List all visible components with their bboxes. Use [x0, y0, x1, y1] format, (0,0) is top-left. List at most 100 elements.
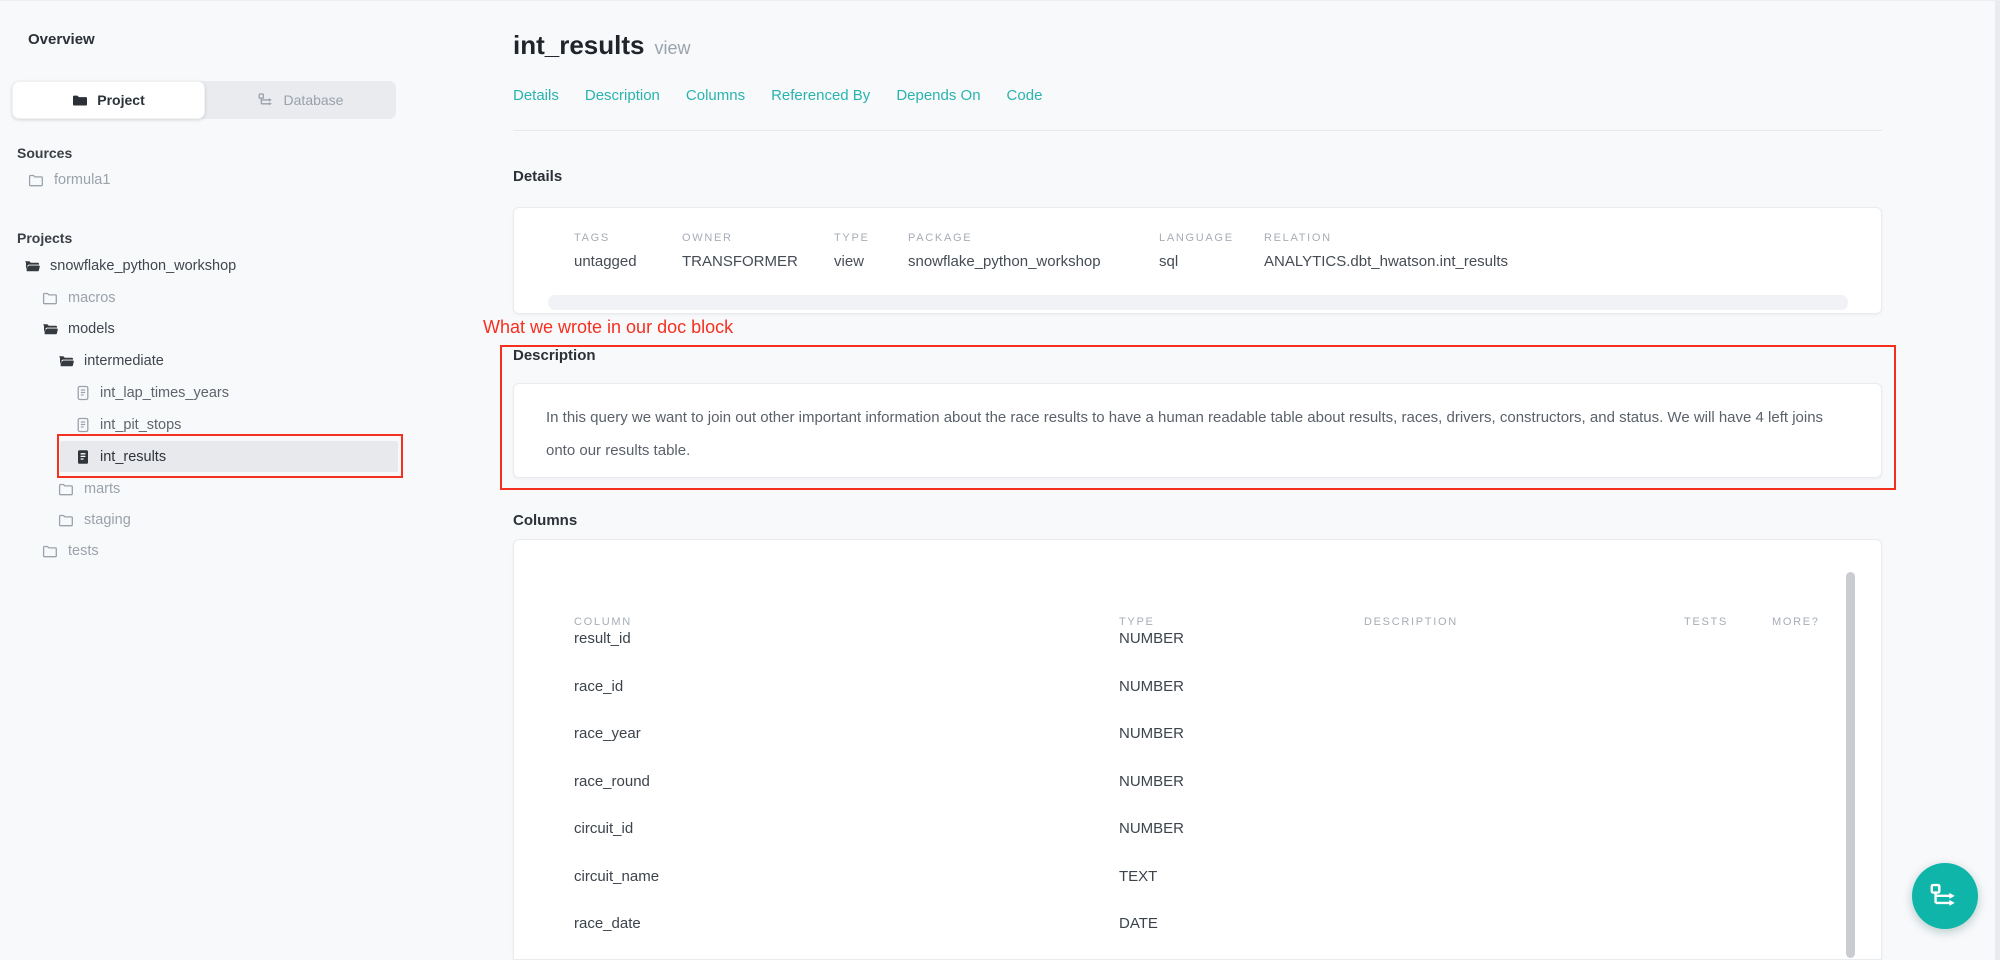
column-row-type: NUMBER [1119, 773, 1184, 790]
column-row-name[interactable]: circuit_id [574, 820, 633, 837]
column-header-more: MORE? [1772, 616, 1820, 628]
tree-item-formula1[interactable]: formula1 [28, 165, 110, 195]
tree-item-int-pit-stops[interactable]: int_pit_stops [76, 410, 181, 440]
field-label: RELATION [1264, 232, 1508, 244]
model-name: int_results [513, 30, 645, 60]
sidebar-title: Overview [28, 31, 95, 48]
tree-item-staging[interactable]: staging [58, 505, 131, 535]
details-field-package: PACKAGE snowflake_python_workshop [908, 232, 1101, 270]
file-icon [76, 417, 90, 433]
lineage-graph-button[interactable] [1912, 863, 1978, 929]
column-row-name[interactable]: circuit_name [574, 868, 659, 885]
column-header-column: COLUMN [574, 616, 632, 628]
tree-item-label: marts [84, 481, 120, 497]
column-header-tests: TESTS [1684, 616, 1728, 628]
tree-item-label: int_lap_times_years [100, 385, 229, 401]
folder-closed-icon [58, 514, 74, 527]
toggle-project-button[interactable]: Project [12, 81, 205, 119]
column-header-type: TYPE [1119, 616, 1155, 628]
tab-bar: Details Description Columns Referenced B… [513, 87, 1042, 104]
details-field-tags: TAGS untagged [574, 232, 637, 270]
tab-depends-on[interactable]: Depends On [896, 87, 980, 104]
tree-item-marts[interactable]: marts [58, 474, 120, 504]
toggle-database-label: Database [284, 92, 344, 108]
column-row-type: NUMBER [1119, 630, 1184, 647]
column-row-type: NUMBER [1119, 678, 1184, 695]
field-value: snowflake_python_workshop [908, 253, 1101, 270]
field-value: TRANSFORMER [682, 253, 798, 270]
details-field-type: TYPE view [834, 232, 870, 270]
folder-icon [72, 94, 88, 107]
page-scrollbar-track[interactable] [1995, 1, 2000, 960]
column-row-type: DATE [1119, 915, 1158, 932]
toggle-project-label: Project [97, 92, 144, 108]
tab-referenced-by[interactable]: Referenced By [771, 87, 870, 104]
tree-item-label: int_pit_stops [100, 417, 181, 433]
details-heading: Details [513, 168, 562, 185]
tree-item-label: formula1 [54, 172, 110, 188]
folder-open-icon [58, 355, 74, 368]
column-row-type: NUMBER [1119, 725, 1184, 742]
columns-heading: Columns [513, 512, 577, 529]
tree-item-label: staging [84, 512, 131, 528]
description-card: In this query we want to join out other … [513, 383, 1882, 478]
tab-details[interactable]: Details [513, 87, 559, 104]
columns-vertical-scrollbar[interactable] [1846, 572, 1855, 958]
tab-columns[interactable]: Columns [686, 87, 745, 104]
file-icon [76, 385, 90, 401]
page-title: int_results view [513, 30, 691, 61]
description-text: In this query we want to join out other … [546, 401, 1853, 467]
tree-item-label: snowflake_python_workshop [50, 258, 236, 274]
tree-item-label: models [68, 321, 115, 337]
field-label: OWNER [682, 232, 798, 244]
annotation-text: What we wrote in our doc block [483, 317, 733, 338]
tabs-divider [513, 130, 1882, 131]
column-row-name[interactable]: race_id [574, 678, 623, 695]
lineage-icon [1930, 883, 1960, 909]
tree-item-tests[interactable]: tests [42, 536, 99, 566]
folder-closed-icon [28, 174, 44, 187]
database-tree-icon [258, 93, 275, 107]
column-row-name[interactable]: race_date [574, 915, 641, 932]
field-value: ANALYTICS.dbt_hwatson.int_results [1264, 253, 1508, 270]
description-heading: Description [513, 347, 596, 364]
details-field-relation: RELATION ANALYTICS.dbt_hwatson.int_resul… [1264, 232, 1508, 270]
column-row-name[interactable]: result_id [574, 630, 631, 647]
field-label: TAGS [574, 232, 637, 244]
field-label: PACKAGE [908, 232, 1101, 244]
toggle-database-button[interactable]: Database [205, 81, 396, 119]
details-horizontal-scrollbar[interactable] [548, 295, 1848, 310]
column-header-description: DESCRIPTION [1364, 616, 1458, 628]
field-value: view [834, 253, 870, 270]
details-card: TAGS untagged OWNER TRANSFORMER TYPE vie… [513, 207, 1882, 314]
tree-item-intermediate[interactable]: intermediate [58, 346, 164, 376]
field-label: TYPE [834, 232, 870, 244]
columns-card: COLUMN TYPE DESCRIPTION TESTS MORE? resu… [513, 539, 1882, 960]
folder-closed-icon [42, 545, 58, 558]
folder-open-icon [42, 323, 58, 336]
tree-item-snowflake-python-workshop[interactable]: snowflake_python_workshop [24, 251, 236, 281]
tree-item-models[interactable]: models [42, 314, 115, 344]
tab-description[interactable]: Description [585, 87, 660, 104]
projects-section-label: Projects [17, 230, 72, 246]
file-filled-icon [76, 449, 90, 465]
column-row-type: TEXT [1119, 868, 1157, 885]
field-value: untagged [574, 253, 637, 270]
sources-section-label: Sources [17, 145, 72, 161]
column-row-type: NUMBER [1119, 820, 1184, 837]
tree-item-label: int_results [100, 449, 166, 465]
field-value: sql [1159, 253, 1234, 270]
column-row-name[interactable]: race_year [574, 725, 641, 742]
folder-open-icon [24, 260, 40, 273]
details-field-language: LANGUAGE sql [1159, 232, 1234, 270]
folder-closed-icon [58, 483, 74, 496]
tree-item-label: tests [68, 543, 99, 559]
column-row-name[interactable]: race_round [574, 773, 650, 790]
materialization-badge: view [655, 38, 691, 58]
details-field-owner: OWNER TRANSFORMER [682, 232, 798, 270]
tree-item-int-lap-times-years[interactable]: int_lap_times_years [76, 378, 229, 408]
folder-closed-icon [42, 292, 58, 305]
tree-item-int-results[interactable]: int_results [76, 441, 166, 472]
tree-item-macros[interactable]: macros [42, 283, 116, 313]
tab-code[interactable]: Code [1007, 87, 1043, 104]
